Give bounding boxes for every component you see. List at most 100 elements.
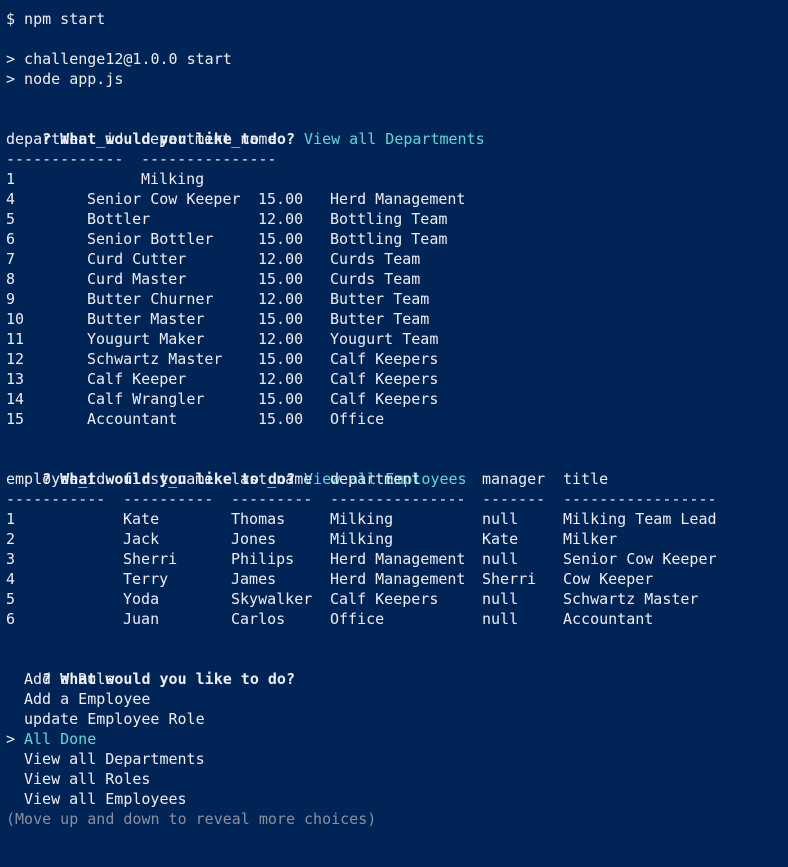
column-divider: ----------- bbox=[6, 490, 106, 508]
employee-row: 1 Kate Thomas Milking null Milking Team Lead bbox=[6, 509, 788, 529]
npm-output-line: > node app.js bbox=[6, 70, 124, 88]
employee-row: 4 Terry James Herd Management Sherri Cow Keep… bbox=[6, 569, 788, 589]
table-cell: 8 bbox=[6, 270, 16, 288]
department-row: 1 Milking bbox=[6, 169, 788, 189]
table-cell: Curds Team bbox=[330, 270, 421, 288]
column-header: manager bbox=[482, 470, 546, 488]
table-cell: Milking bbox=[330, 510, 394, 528]
table-cell: Milking Team Lead bbox=[563, 510, 717, 528]
department-divider-row: ------------- --------------- bbox=[6, 149, 788, 169]
column-header: department_name bbox=[141, 130, 277, 148]
table-cell: Senior Bottler bbox=[87, 230, 214, 248]
table-cell: 14 bbox=[6, 390, 25, 408]
department-row: 12 Schwartz Master 15.00 Calf Keepers bbox=[6, 349, 788, 369]
department-row: 4 Senior Cow Keeper 15.00 Herd Management bbox=[6, 189, 788, 209]
table-cell: Butter Team bbox=[330, 310, 430, 328]
table-cell: Curds Team bbox=[330, 250, 421, 268]
table-cell: 12.00 bbox=[258, 330, 304, 348]
table-cell: Accountant bbox=[87, 410, 178, 428]
table-cell: 11 bbox=[6, 330, 25, 348]
table-cell: 9 bbox=[6, 290, 16, 308]
table-cell: Herd Management bbox=[330, 570, 466, 588]
table-cell: Milker bbox=[563, 530, 618, 548]
table-cell: 15.00 bbox=[258, 350, 304, 368]
menu-option[interactable]: > All Done bbox=[6, 729, 788, 749]
department-row: 8 Curd Master 15.00 Curds Team bbox=[6, 269, 788, 289]
table-cell: Thomas bbox=[231, 510, 286, 528]
table-cell: 1 bbox=[6, 510, 16, 528]
table-cell: Senior Cow Keeper bbox=[87, 190, 241, 208]
table-cell: null bbox=[482, 590, 519, 608]
table-cell: Schwartz Master bbox=[87, 350, 223, 368]
employee-header-row: employee_id first_name last_name departm… bbox=[6, 469, 788, 489]
selection-pointer-icon: > bbox=[6, 730, 16, 748]
table-cell: Jack bbox=[123, 530, 160, 548]
table-cell: Calf Keepers bbox=[330, 350, 439, 368]
table-cell: Accountant bbox=[563, 610, 654, 628]
table-cell: James bbox=[231, 570, 277, 588]
table-cell: 15.00 bbox=[258, 230, 304, 248]
menu-option[interactable]: update Employee Role bbox=[6, 709, 788, 729]
table-cell: Butter Master bbox=[87, 310, 205, 328]
menu-option[interactable]: View all Departments bbox=[6, 749, 788, 769]
menu-option[interactable]: View all Roles bbox=[6, 769, 788, 789]
column-header: employee_id bbox=[6, 470, 106, 488]
table-cell: 10 bbox=[6, 310, 25, 328]
column-header: last_name bbox=[231, 470, 313, 488]
employee-row: 2 Jack Jones Milking Kate Milker bbox=[6, 529, 788, 549]
table-cell: Cow Keeper bbox=[563, 570, 654, 588]
column-header: department_id bbox=[6, 130, 124, 148]
table-cell: Calf Wrangler bbox=[87, 390, 205, 408]
table-cell: 15.00 bbox=[258, 270, 304, 288]
column-divider: --------------- bbox=[330, 490, 466, 508]
table-cell: 12.00 bbox=[258, 210, 304, 228]
table-cell: Herd Management bbox=[330, 190, 466, 208]
table-cell: Schwartz Master bbox=[563, 590, 699, 608]
table-cell: Bottler bbox=[87, 210, 151, 228]
table-cell: 7 bbox=[6, 250, 16, 268]
table-cell: Herd Management bbox=[330, 550, 466, 568]
prompt-line: ? What would you like to do? View all Em… bbox=[6, 449, 788, 488]
table-cell: Senior Cow Keeper bbox=[563, 550, 717, 568]
menu-option-label: View all Departments bbox=[24, 750, 205, 768]
table-cell: null bbox=[482, 510, 519, 528]
table-cell: Yoda bbox=[123, 590, 160, 608]
table-cell: Butter Team bbox=[330, 290, 430, 308]
table-cell: Milking bbox=[330, 530, 394, 548]
column-header: title bbox=[563, 470, 609, 488]
table-cell: Yougurt Maker bbox=[87, 330, 205, 348]
menu-option[interactable]: Add a Employee bbox=[6, 689, 788, 709]
table-cell: Bottling Team bbox=[330, 210, 448, 228]
menu-option[interactable]: Add a Role bbox=[6, 669, 788, 689]
terminal-window[interactable]: $ npm start > challenge12@1.0.0 start > … bbox=[0, 0, 788, 867]
menu-list[interactable]: Add a Role Add a Employee update Employee … bbox=[6, 669, 788, 809]
department-row: 5 Bottler 12.00 Bottling Team bbox=[6, 209, 788, 229]
table-cell: Sherri bbox=[482, 570, 537, 588]
department-row: 10 Butter Master 15.00 Butter Team bbox=[6, 309, 788, 329]
table-cell: null bbox=[482, 610, 519, 628]
menu-option[interactable]: View all Employees bbox=[6, 789, 788, 809]
table-cell: 6 bbox=[6, 230, 16, 248]
table-cell: 12.00 bbox=[258, 250, 304, 268]
department-row: 9 Butter Churner 12.00 Butter Team bbox=[6, 289, 788, 309]
table-cell: 15.00 bbox=[258, 390, 304, 408]
table-cell: 4 bbox=[6, 190, 16, 208]
column-header: department bbox=[330, 470, 421, 488]
table-cell: Kate bbox=[482, 530, 519, 548]
table-cell: 6 bbox=[6, 610, 16, 628]
employee-row: 5 Yoda Skywalker Calf Keepers null Schwartz M… bbox=[6, 589, 788, 609]
department-row: 6 Senior Bottler 15.00 Bottling Team bbox=[6, 229, 788, 249]
department-rows: 4 Senior Cow Keeper 15.00 Herd Management 5 B… bbox=[6, 189, 788, 429]
table-cell: null bbox=[482, 550, 519, 568]
table-cell: Office bbox=[330, 410, 385, 428]
table-cell: Jones bbox=[231, 530, 277, 548]
table-cell: 4 bbox=[6, 570, 16, 588]
table-cell: Calf Keeper bbox=[87, 370, 187, 388]
department-header-row: department_id department_name bbox=[6, 129, 788, 149]
table-cell: Calf Keepers bbox=[330, 370, 439, 388]
table-cell: Office bbox=[330, 610, 385, 628]
table-cell: Carlos bbox=[231, 610, 286, 628]
table-cell: 15 bbox=[6, 410, 25, 428]
table-cell: Kate bbox=[123, 510, 160, 528]
